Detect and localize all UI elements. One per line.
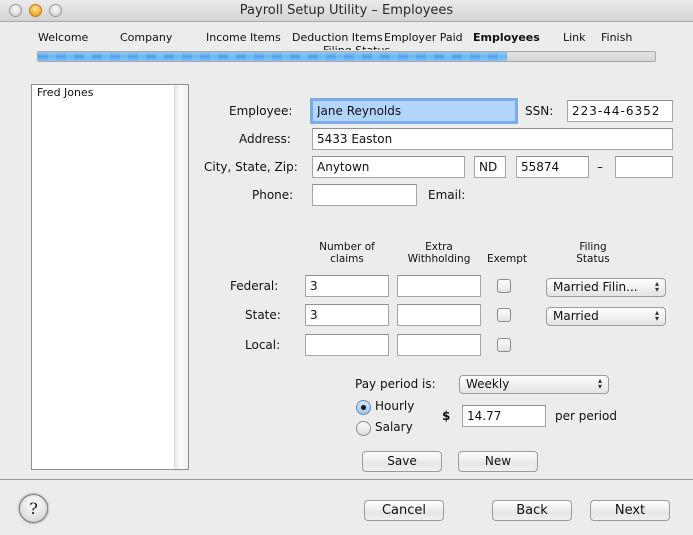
footer-divider (0, 479, 693, 480)
employee-list-scrollbar[interactable] (174, 85, 188, 469)
state-extra-withholding-field[interactable] (397, 304, 481, 326)
step-income-items: Income Items (206, 31, 281, 44)
updown-arrows-icon: ▴ ▾ (654, 279, 659, 294)
email-label: Email: (428, 188, 466, 202)
federal-filing-status-value: Married Filin... (553, 280, 638, 294)
federal-exempt-checkbox[interactable] (497, 279, 511, 293)
employee-label: Employee: (229, 104, 293, 118)
step-deduction-items: Deduction Items (292, 31, 383, 44)
local-claims-field[interactable] (305, 334, 389, 356)
federal-extra-withholding-field[interactable] (397, 275, 481, 297)
ssn-field[interactable] (567, 100, 673, 122)
step-employer-paid: Employer Paid (384, 31, 463, 44)
employee-list[interactable]: Fred Jones (31, 84, 189, 470)
state-claims-field[interactable] (305, 304, 389, 326)
city-field[interactable] (312, 156, 465, 178)
per-period-label: per period (555, 409, 617, 423)
window-title: Payroll Setup Utility – Employees (239, 3, 454, 18)
zip-field[interactable] (516, 156, 589, 178)
city-state-zip-label: City, State, Zip: (204, 160, 298, 174)
salary-label[interactable]: Salary (375, 420, 413, 434)
zip-dash: – (597, 160, 603, 174)
extra-withholding-column-header: Extra Withholding (407, 241, 471, 265)
local-exempt-checkbox[interactable] (497, 338, 511, 352)
phone-label: Phone: (252, 188, 294, 202)
employee-list-item[interactable]: Fred Jones (37, 86, 94, 99)
step-filing-status-ghost: Filing Status (323, 44, 390, 50)
federal-claims-field[interactable] (305, 275, 389, 297)
filing-status-column-header: Filing Status (576, 241, 610, 265)
phone-field[interactable] (312, 184, 417, 206)
hourly-label[interactable]: Hourly (375, 399, 414, 413)
cancel-button[interactable]: Cancel (364, 500, 444, 521)
hourly-radio[interactable] (356, 400, 371, 415)
save-button[interactable]: Save (362, 451, 442, 472)
next-button[interactable]: Next (590, 500, 670, 521)
federal-label: Federal: (230, 279, 279, 293)
currency-symbol: $ (442, 409, 451, 423)
help-button[interactable]: ? (19, 494, 48, 523)
updown-arrows-icon: ▴ ▾ (654, 308, 659, 323)
pay-amount-field[interactable] (462, 405, 546, 427)
back-button[interactable]: Back (492, 500, 572, 521)
state-filing-status-select[interactable]: Married ▴ ▾ (546, 307, 666, 326)
pay-period-select[interactable]: Weekly ▴ ▾ (459, 375, 609, 394)
pay-period-label: Pay period is: (355, 377, 436, 391)
updown-arrows-icon: ▴ ▾ (597, 376, 602, 391)
new-employee-button[interactable]: New (458, 451, 538, 472)
exempt-column-header: Exempt (487, 253, 527, 265)
pay-period-value: Weekly (466, 377, 510, 391)
address-label: Address: (239, 132, 291, 146)
local-row-label: Local: (245, 338, 281, 352)
local-extra-withholding-field[interactable] (397, 334, 481, 356)
wizard-progress-bar (37, 51, 656, 62)
state-field[interactable] (474, 156, 506, 178)
step-finish: Finish (601, 31, 633, 44)
address-field[interactable] (312, 128, 673, 150)
step-employees: Employees (473, 31, 540, 44)
step-company: Company (120, 31, 173, 44)
zip-extension-field[interactable] (615, 156, 673, 178)
state-filing-status-value: Married (553, 309, 599, 323)
step-link: Link (563, 31, 586, 44)
employee-name-field[interactable] (310, 98, 518, 124)
title-bar: Payroll Setup Utility – Employees (0, 0, 693, 22)
claims-column-header: Number of claims (319, 241, 375, 265)
state-row-label: State: (245, 308, 281, 322)
ssn-label: SSN: (525, 104, 554, 118)
salary-radio[interactable] (356, 421, 371, 436)
state-exempt-checkbox[interactable] (497, 308, 511, 322)
step-welcome: Welcome (38, 31, 89, 44)
federal-filing-status-select[interactable]: Married Filin... ▴ ▾ (546, 278, 666, 297)
wizard-progress-fill (38, 52, 507, 61)
